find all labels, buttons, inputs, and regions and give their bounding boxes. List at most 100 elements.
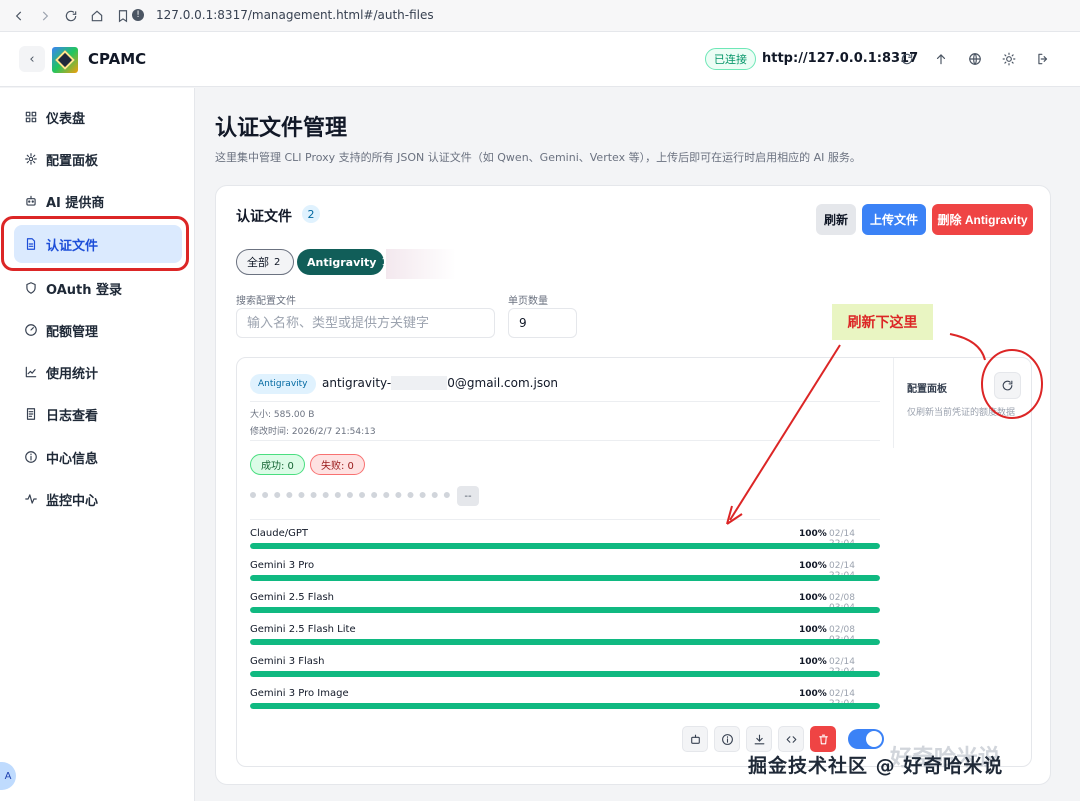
sidebar-item-ai-providers[interactable]: AI 提供商 (14, 182, 182, 220)
filter-chip-antigravity[interactable]: Antigravity 1 (297, 249, 388, 275)
upload-file-button[interactable]: 上传文件 (862, 204, 926, 235)
quota-progress-fill (250, 575, 880, 581)
url-text: 127.0.0.1:8317/management.html#/auth-fil… (156, 8, 434, 22)
quota-model-name: Gemini 3 Flash (250, 656, 325, 667)
quota-row: Gemini 3 Pro100%02/14 22:04 (250, 560, 880, 586)
file-size: 大小: 585.00 B (250, 410, 315, 420)
sidebar-item-label: 仪表盘 (46, 111, 86, 127)
quota-progress-fill (250, 639, 880, 645)
logout-icon[interactable] (1033, 49, 1053, 69)
search-input[interactable] (236, 308, 495, 338)
sidebar-item-info[interactable]: 中心信息 (14, 438, 182, 476)
sidebar-item-label: OAuth 登录 (46, 282, 123, 298)
sidebar-item-monitor[interactable]: 监控中心 (14, 480, 182, 518)
watermark: 掘金技术社区 @ 好奇哈米说 (748, 755, 1004, 777)
status-timeline (250, 492, 450, 498)
refresh-quota-button[interactable] (994, 372, 1021, 399)
robot-button[interactable] (682, 726, 708, 752)
filter-chip-all[interactable]: 全部 2 (236, 249, 294, 275)
server-url: http://127.0.0.1:8317 (762, 51, 919, 66)
page-size-input[interactable] (508, 308, 577, 338)
code-button[interactable] (778, 726, 804, 752)
info-icon (721, 733, 733, 745)
file-name-prefix: antigravity- (322, 376, 392, 390)
sidebar-item-oauth[interactable]: OAuth 登录 (14, 269, 182, 307)
annotation-highlight-ring (1, 216, 189, 271)
download-icon (754, 734, 764, 744)
back-icon[interactable] (8, 5, 30, 27)
failure-count-badge: 失败: 0 (310, 454, 365, 475)
arrow-up-icon[interactable] (931, 49, 951, 69)
pulse-icon (24, 492, 38, 506)
reload-icon[interactable] (60, 5, 82, 27)
refresh-icon[interactable] (897, 49, 917, 69)
forward-icon[interactable] (34, 5, 56, 27)
file-modified-time: 修改时间: 2026/2/7 21:54:13 (250, 427, 376, 437)
filter-label: 全部 (247, 256, 269, 269)
panel-title: 配置面板 (907, 384, 947, 395)
quota-progress-track (250, 607, 880, 613)
sidebar-item-label: 配置面板 (46, 153, 99, 169)
card-title: 认证文件 (236, 209, 292, 225)
site-info-icon[interactable]: ! (132, 9, 144, 21)
auth-files-card: 认证文件 2 刷新 上传文件 删除 Antigravity 全部 2 Antig… (215, 185, 1051, 785)
theme-sun-icon[interactable] (999, 49, 1019, 69)
sidebar-item-logs[interactable]: 日志查看 (14, 395, 182, 433)
file-name: antigravity- 0@gmail.com.json (322, 376, 558, 390)
quota-row: Gemini 2.5 Flash100%02/08 03:04 (250, 592, 880, 618)
address-bar[interactable]: ! 127.0.0.1:8317/management.html#/auth-f… (132, 4, 672, 26)
quota-row: Claude/GPT100%02/14 22:04 (250, 528, 880, 554)
robot-icon (690, 734, 700, 744)
panel-hint: 仅刷新当前凭证的额度数据 (907, 408, 1016, 418)
globe-icon[interactable] (965, 49, 985, 69)
sidebar-collapse-button[interactable]: ‹ (19, 46, 45, 72)
app-logo (52, 47, 78, 73)
quota-progress-fill (250, 543, 880, 549)
shield-icon (24, 281, 38, 295)
sidebar: 仪表盘 配置面板 AI 提供商 认证文件 OAuth 登录 配额管理 使用统计 … (0, 88, 195, 801)
quota-percent: 100% (799, 625, 827, 635)
page-title: 认证文件管理 (215, 116, 348, 141)
quota-progress-track (250, 671, 880, 677)
refresh-button[interactable]: 刷新 (816, 204, 856, 235)
quota-progress-fill (250, 671, 880, 677)
page-description: 这里集中管理 CLI Proxy 支持的所有 JSON 认证文件（如 Qwen、… (215, 151, 861, 164)
bookmark-icon[interactable] (112, 5, 134, 27)
download-button[interactable] (746, 726, 772, 752)
sidebar-item-quota[interactable]: 配额管理 (14, 311, 182, 349)
filter-label: Antigravity (307, 255, 377, 269)
sidebar-item-usage[interactable]: 使用统计 (14, 353, 182, 391)
annotation-note: 刷新下这里 (832, 304, 933, 340)
sidebar-item-label: AI 提供商 (46, 195, 105, 211)
info-icon (24, 450, 38, 464)
refresh-icon (1002, 380, 1013, 391)
browser-toolbar: ! 127.0.0.1:8317/management.html#/auth-f… (0, 0, 1080, 32)
quota-percent: 100% (799, 529, 827, 539)
info-button[interactable] (714, 726, 740, 752)
home-icon[interactable] (86, 5, 108, 27)
sidebar-item-dashboard[interactable]: 仪表盘 (14, 98, 182, 136)
code-icon (786, 735, 796, 743)
quota-row: Gemini 3 Flash100%02/14 22:04 (250, 656, 880, 682)
sidebar-item-config[interactable]: 配置面板 (14, 140, 182, 178)
sidebar-item-label: 配额管理 (46, 324, 99, 340)
file-type-badge: Antigravity (250, 374, 316, 394)
trash-icon (818, 734, 828, 744)
delete-antigravity-button[interactable]: 删除 Antigravity (932, 204, 1033, 235)
file-name-suffix: 0@gmail.com.json (447, 376, 559, 390)
connection-status-badge: 已连接 (705, 48, 756, 70)
search-label: 搜索配置文件 (236, 296, 296, 307)
quota-progress-track (250, 575, 880, 581)
quota-progress-track (250, 543, 880, 549)
enable-toggle[interactable] (848, 729, 884, 749)
delete-file-button[interactable] (810, 726, 836, 752)
config-side-panel: 配置面板 仅刷新当前凭证的额度数据 (893, 358, 1032, 448)
app-header: ‹ CPAMC 已连接 http://127.0.0.1:8317 (0, 32, 1080, 87)
quota-progress-fill (250, 607, 880, 613)
file-count-badge: 2 (302, 205, 320, 223)
gear-icon (24, 152, 38, 166)
expand-button[interactable]: -- (457, 486, 479, 506)
quota-row: Gemini 2.5 Flash Lite100%02/08 03:04 (250, 624, 880, 650)
chart-icon (24, 365, 38, 379)
app-brand: CPAMC (88, 50, 147, 68)
